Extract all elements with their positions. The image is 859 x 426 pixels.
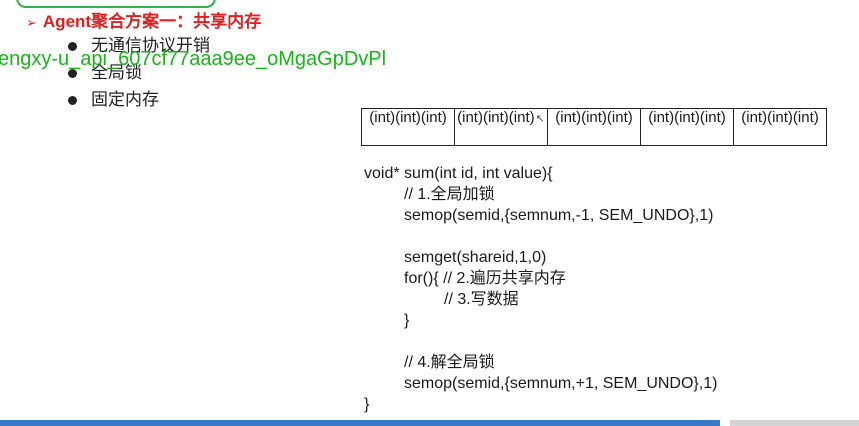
int-array-table: (int)(int)(int) (int)(int)(int)↖ (int)(i… [361, 108, 827, 146]
bullet-item: 无通信协议开销 [66, 34, 210, 61]
progress-bar[interactable] [0, 420, 720, 426]
code-line: void* sum(int id, int value){ [364, 165, 553, 182]
int-cell: (int)(int)(int) [547, 108, 641, 146]
bullet-dot-icon [68, 42, 77, 51]
arrow-bullet-icon: ➢ [26, 15, 37, 30]
bullet-item: 全局锁 [66, 61, 210, 88]
code-line: // 1.全局加锁 [404, 186, 495, 203]
code-line: semget(shareid,1,0) [404, 249, 547, 266]
code-line: semop(semid,{semnum,-1, SEM_UNDO},1) [404, 207, 714, 224]
progress-bar-track[interactable] [730, 420, 859, 426]
int-cell: (int)(int)(int) [640, 108, 734, 146]
code-line: // 3.写数据 [444, 291, 519, 308]
slide-title: ➢ Agent聚合方案一：共享内存 [26, 7, 261, 32]
slide-title-text: Agent聚合方案一：共享内存 [42, 12, 262, 31]
int-cell: (int)(int)(int) [733, 108, 827, 146]
bullet-list: 无通信协议开销 全局锁 固定内存 [66, 34, 210, 115]
int-cell: (int)(int)(int)↖ [454, 108, 548, 146]
bullet-dot-icon [68, 96, 77, 105]
code-line: for(){ // 2.遍历共享内存 [404, 270, 566, 287]
code-line: } [364, 396, 370, 413]
code-line: semop(semid,{semnum,+1, SEM_UNDO},1) [404, 375, 718, 392]
bullet-item: 固定内存 [66, 88, 210, 115]
code-block: void* sum(int id, int value){ // 1.全局加锁 … [364, 163, 717, 415]
arrow-cursor-icon: ↖ [535, 113, 545, 125]
bullet-dot-icon [68, 69, 77, 78]
int-cell: (int)(int)(int) [361, 108, 455, 146]
code-line: } [404, 312, 410, 329]
code-line: // 4.解全局锁 [404, 354, 495, 371]
